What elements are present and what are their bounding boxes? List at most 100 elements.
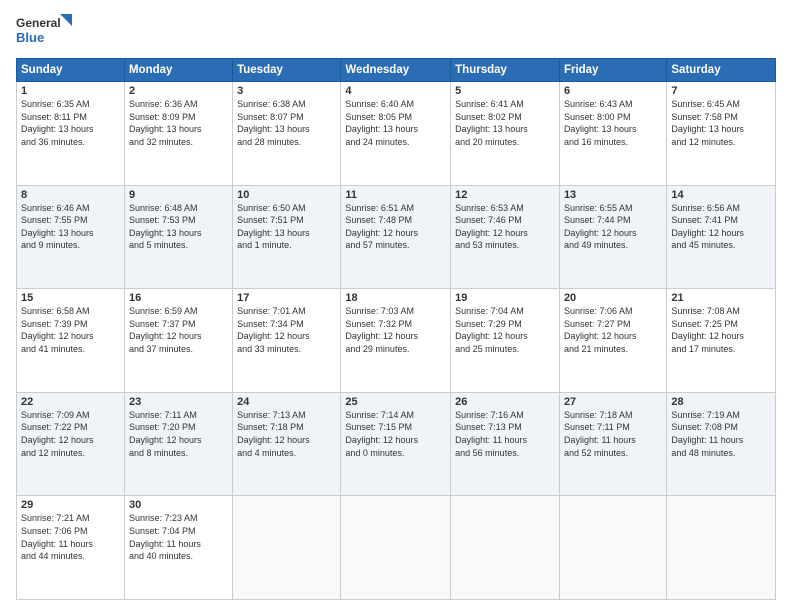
calendar-cell: 22Sunrise: 7:09 AM Sunset: 7:22 PM Dayli…	[17, 392, 125, 496]
calendar-week-4: 22Sunrise: 7:09 AM Sunset: 7:22 PM Dayli…	[17, 392, 776, 496]
day-info: Sunrise: 7:04 AM Sunset: 7:29 PM Dayligh…	[455, 305, 555, 355]
calendar-cell: 6Sunrise: 6:43 AM Sunset: 8:00 PM Daylig…	[559, 82, 666, 186]
day-number: 12	[455, 189, 555, 201]
day-number: 15	[21, 292, 120, 304]
calendar-cell: 18Sunrise: 7:03 AM Sunset: 7:32 PM Dayli…	[341, 289, 451, 393]
calendar-cell: 10Sunrise: 6:50 AM Sunset: 7:51 PM Dayli…	[233, 185, 341, 289]
calendar-cell	[559, 496, 666, 600]
calendar-cell: 19Sunrise: 7:04 AM Sunset: 7:29 PM Dayli…	[451, 289, 560, 393]
calendar-cell	[451, 496, 560, 600]
day-number: 4	[345, 85, 446, 97]
day-info: Sunrise: 6:41 AM Sunset: 8:02 PM Dayligh…	[455, 98, 555, 148]
calendar-week-3: 15Sunrise: 6:58 AM Sunset: 7:39 PM Dayli…	[17, 289, 776, 393]
page-header: General Blue	[16, 12, 776, 50]
day-number: 18	[345, 292, 446, 304]
calendar-cell: 5Sunrise: 6:41 AM Sunset: 8:02 PM Daylig…	[451, 82, 560, 186]
day-info: Sunrise: 6:51 AM Sunset: 7:48 PM Dayligh…	[345, 202, 446, 252]
day-header-tuesday: Tuesday	[233, 59, 341, 82]
day-info: Sunrise: 6:56 AM Sunset: 7:41 PM Dayligh…	[671, 202, 771, 252]
calendar-cell	[667, 496, 776, 600]
calendar-cell: 8Sunrise: 6:46 AM Sunset: 7:55 PM Daylig…	[17, 185, 125, 289]
day-info: Sunrise: 7:23 AM Sunset: 7:04 PM Dayligh…	[129, 512, 228, 562]
day-header-friday: Friday	[559, 59, 666, 82]
calendar-cell: 27Sunrise: 7:18 AM Sunset: 7:11 PM Dayli…	[559, 392, 666, 496]
day-number: 8	[21, 189, 120, 201]
day-number: 3	[237, 85, 336, 97]
day-number: 24	[237, 396, 336, 408]
day-number: 20	[564, 292, 662, 304]
day-number: 30	[129, 499, 228, 511]
calendar-cell: 21Sunrise: 7:08 AM Sunset: 7:25 PM Dayli…	[667, 289, 776, 393]
calendar-cell: 30Sunrise: 7:23 AM Sunset: 7:04 PM Dayli…	[124, 496, 232, 600]
day-info: Sunrise: 6:53 AM Sunset: 7:46 PM Dayligh…	[455, 202, 555, 252]
day-number: 22	[21, 396, 120, 408]
day-number: 1	[21, 85, 120, 97]
day-info: Sunrise: 7:21 AM Sunset: 7:06 PM Dayligh…	[21, 512, 120, 562]
day-number: 7	[671, 85, 771, 97]
logo-svg: General Blue	[16, 12, 76, 50]
calendar-cell: 4Sunrise: 6:40 AM Sunset: 8:05 PM Daylig…	[341, 82, 451, 186]
day-info: Sunrise: 6:45 AM Sunset: 7:58 PM Dayligh…	[671, 98, 771, 148]
day-number: 23	[129, 396, 228, 408]
svg-text:General: General	[16, 16, 61, 30]
day-info: Sunrise: 7:11 AM Sunset: 7:20 PM Dayligh…	[129, 409, 228, 459]
day-info: Sunrise: 7:13 AM Sunset: 7:18 PM Dayligh…	[237, 409, 336, 459]
calendar-week-2: 8Sunrise: 6:46 AM Sunset: 7:55 PM Daylig…	[17, 185, 776, 289]
calendar-cell	[233, 496, 341, 600]
day-info: Sunrise: 7:09 AM Sunset: 7:22 PM Dayligh…	[21, 409, 120, 459]
calendar-cell: 2Sunrise: 6:36 AM Sunset: 8:09 PM Daylig…	[124, 82, 232, 186]
day-info: Sunrise: 7:06 AM Sunset: 7:27 PM Dayligh…	[564, 305, 662, 355]
calendar-cell: 12Sunrise: 6:53 AM Sunset: 7:46 PM Dayli…	[451, 185, 560, 289]
calendar-cell: 20Sunrise: 7:06 AM Sunset: 7:27 PM Dayli…	[559, 289, 666, 393]
calendar-cell: 3Sunrise: 6:38 AM Sunset: 8:07 PM Daylig…	[233, 82, 341, 186]
day-number: 17	[237, 292, 336, 304]
calendar-cell: 9Sunrise: 6:48 AM Sunset: 7:53 PM Daylig…	[124, 185, 232, 289]
calendar-header-row: SundayMondayTuesdayWednesdayThursdayFrid…	[17, 59, 776, 82]
calendar-cell: 11Sunrise: 6:51 AM Sunset: 7:48 PM Dayli…	[341, 185, 451, 289]
day-info: Sunrise: 7:01 AM Sunset: 7:34 PM Dayligh…	[237, 305, 336, 355]
calendar-cell: 28Sunrise: 7:19 AM Sunset: 7:08 PM Dayli…	[667, 392, 776, 496]
day-info: Sunrise: 6:46 AM Sunset: 7:55 PM Dayligh…	[21, 202, 120, 252]
day-info: Sunrise: 7:19 AM Sunset: 7:08 PM Dayligh…	[671, 409, 771, 459]
day-info: Sunrise: 7:08 AM Sunset: 7:25 PM Dayligh…	[671, 305, 771, 355]
calendar-week-1: 1Sunrise: 6:35 AM Sunset: 8:11 PM Daylig…	[17, 82, 776, 186]
day-number: 6	[564, 85, 662, 97]
day-number: 28	[671, 396, 771, 408]
calendar-cell: 16Sunrise: 6:59 AM Sunset: 7:37 PM Dayli…	[124, 289, 232, 393]
day-info: Sunrise: 6:48 AM Sunset: 7:53 PM Dayligh…	[129, 202, 228, 252]
calendar-cell: 14Sunrise: 6:56 AM Sunset: 7:41 PM Dayli…	[667, 185, 776, 289]
calendar-cell: 24Sunrise: 7:13 AM Sunset: 7:18 PM Dayli…	[233, 392, 341, 496]
calendar-cell	[341, 496, 451, 600]
day-header-thursday: Thursday	[451, 59, 560, 82]
day-number: 9	[129, 189, 228, 201]
day-number: 26	[455, 396, 555, 408]
day-info: Sunrise: 6:40 AM Sunset: 8:05 PM Dayligh…	[345, 98, 446, 148]
day-number: 2	[129, 85, 228, 97]
day-header-wednesday: Wednesday	[341, 59, 451, 82]
day-info: Sunrise: 6:38 AM Sunset: 8:07 PM Dayligh…	[237, 98, 336, 148]
day-info: Sunrise: 6:43 AM Sunset: 8:00 PM Dayligh…	[564, 98, 662, 148]
day-number: 19	[455, 292, 555, 304]
calendar-cell: 15Sunrise: 6:58 AM Sunset: 7:39 PM Dayli…	[17, 289, 125, 393]
day-info: Sunrise: 7:16 AM Sunset: 7:13 PM Dayligh…	[455, 409, 555, 459]
calendar-cell: 13Sunrise: 6:55 AM Sunset: 7:44 PM Dayli…	[559, 185, 666, 289]
calendar-week-5: 29Sunrise: 7:21 AM Sunset: 7:06 PM Dayli…	[17, 496, 776, 600]
day-header-sunday: Sunday	[17, 59, 125, 82]
day-number: 21	[671, 292, 771, 304]
day-header-saturday: Saturday	[667, 59, 776, 82]
calendar-cell: 7Sunrise: 6:45 AM Sunset: 7:58 PM Daylig…	[667, 82, 776, 186]
logo: General Blue	[16, 12, 76, 50]
day-number: 13	[564, 189, 662, 201]
day-info: Sunrise: 6:59 AM Sunset: 7:37 PM Dayligh…	[129, 305, 228, 355]
calendar-cell: 25Sunrise: 7:14 AM Sunset: 7:15 PM Dayli…	[341, 392, 451, 496]
day-number: 10	[237, 189, 336, 201]
calendar-table: SundayMondayTuesdayWednesdayThursdayFrid…	[16, 58, 776, 600]
day-number: 5	[455, 85, 555, 97]
calendar-cell: 26Sunrise: 7:16 AM Sunset: 7:13 PM Dayli…	[451, 392, 560, 496]
calendar-cell: 17Sunrise: 7:01 AM Sunset: 7:34 PM Dayli…	[233, 289, 341, 393]
day-info: Sunrise: 6:35 AM Sunset: 8:11 PM Dayligh…	[21, 98, 120, 148]
calendar-cell: 29Sunrise: 7:21 AM Sunset: 7:06 PM Dayli…	[17, 496, 125, 600]
day-info: Sunrise: 6:50 AM Sunset: 7:51 PM Dayligh…	[237, 202, 336, 252]
day-header-monday: Monday	[124, 59, 232, 82]
calendar-cell: 23Sunrise: 7:11 AM Sunset: 7:20 PM Dayli…	[124, 392, 232, 496]
